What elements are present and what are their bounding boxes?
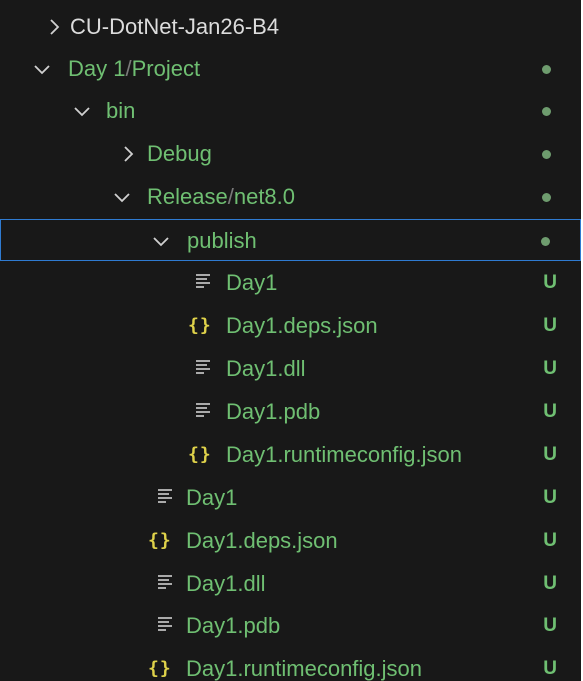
path-segment: Project [131, 56, 201, 81]
untracked-badge: U [543, 530, 557, 551]
lines-file-icon [192, 401, 214, 423]
untracked-badge: U [543, 615, 557, 636]
tree-item-debug[interactable]: Debug [0, 133, 581, 175]
chevron-down-icon[interactable] [151, 231, 171, 251]
tree-item-label: Day1 [186, 485, 238, 510]
json-braces-icon: {} [188, 315, 212, 336]
untracked-badge: U [543, 658, 557, 679]
modified-dot-icon [541, 237, 550, 246]
tree-item-label: Day1.pdb [226, 399, 321, 424]
modified-dot-icon [542, 65, 551, 74]
json-braces-icon: {} [148, 658, 172, 679]
tree-item-label: Day1.dll [186, 571, 266, 596]
tree-item-label: Release/net8.0 [147, 184, 295, 210]
tree-item-label: Day 1/Project [68, 56, 200, 82]
lines-file-icon [192, 272, 214, 294]
path-segment: Day 1 [68, 56, 126, 81]
tree-item-file[interactable]: Day1.pdb U [0, 605, 581, 647]
untracked-badge: U [543, 358, 557, 379]
untracked-badge: U [543, 487, 557, 508]
json-braces-icon: {} [148, 530, 172, 551]
tree-item-day1-project[interactable]: Day 1/Project [0, 48, 581, 90]
tree-item-file[interactable]: {} Day1.deps.json U [0, 520, 581, 562]
tree-item-file[interactable]: {} Day1.runtimeconfig.json U [0, 648, 581, 681]
untracked-badge: U [543, 401, 557, 422]
tree-item-cu-dotnet-jan26-b4[interactable]: CU-DotNet-Jan26-B4 [0, 6, 581, 48]
tree-item-release-net8[interactable]: Release/net8.0 [0, 176, 581, 218]
untracked-badge: U [543, 444, 557, 465]
tree-item-label: Day1.runtimeconfig.json [186, 656, 423, 681]
lines-file-icon [154, 487, 176, 509]
tree-item-file[interactable]: {} Day1.runtimeconfig.json U [0, 434, 581, 476]
untracked-badge: U [543, 272, 557, 293]
tree-item-file[interactable]: {} Day1.deps.json U [0, 305, 581, 347]
chevron-down-icon[interactable] [32, 59, 52, 79]
chevron-down-icon[interactable] [112, 187, 132, 207]
chevron-right-icon[interactable] [118, 144, 138, 164]
chevron-down-icon[interactable] [72, 101, 92, 121]
modified-dot-icon [542, 193, 551, 202]
json-braces-icon: {} [188, 444, 212, 465]
tree-item-file[interactable]: Day1.dll U [0, 563, 581, 605]
lines-file-icon [154, 615, 176, 637]
untracked-badge: U [543, 315, 557, 336]
tree-item-label: Day1 [226, 270, 278, 295]
path-segment: net8.0 [233, 184, 296, 209]
file-explorer-tree: CU-DotNet-Jan26-B4 Day 1/Project bin Deb… [0, 0, 583, 681]
tree-item-publish[interactable]: publish [0, 219, 581, 261]
tree-item-file[interactable]: Day1.pdb U [0, 391, 581, 433]
tree-item-label: Day1.deps.json [186, 528, 338, 553]
tree-item-file[interactable]: Day1 U [0, 262, 581, 304]
chevron-right-icon[interactable] [44, 17, 64, 37]
modified-dot-icon [542, 150, 551, 159]
tree-item-label: Day1.deps.json [226, 313, 378, 338]
tree-item-label: Day1.pdb [186, 613, 281, 638]
tree-item-label: CU-DotNet-Jan26-B4 [70, 14, 280, 39]
tree-item-bin[interactable]: bin [0, 90, 581, 132]
lines-file-icon [154, 573, 176, 595]
tree-item-label: Day1.dll [226, 356, 306, 381]
path-segment: Release [147, 184, 228, 209]
modified-dot-icon [542, 107, 551, 116]
tree-item-label: bin [106, 98, 136, 123]
tree-item-label: Debug [147, 141, 212, 166]
tree-item-file[interactable]: Day1 U [0, 477, 581, 519]
untracked-badge: U [543, 573, 557, 594]
lines-file-icon [192, 358, 214, 380]
tree-item-label: publish [187, 228, 257, 253]
tree-item-file[interactable]: Day1.dll U [0, 348, 581, 390]
tree-item-label: Day1.runtimeconfig.json [226, 442, 463, 467]
